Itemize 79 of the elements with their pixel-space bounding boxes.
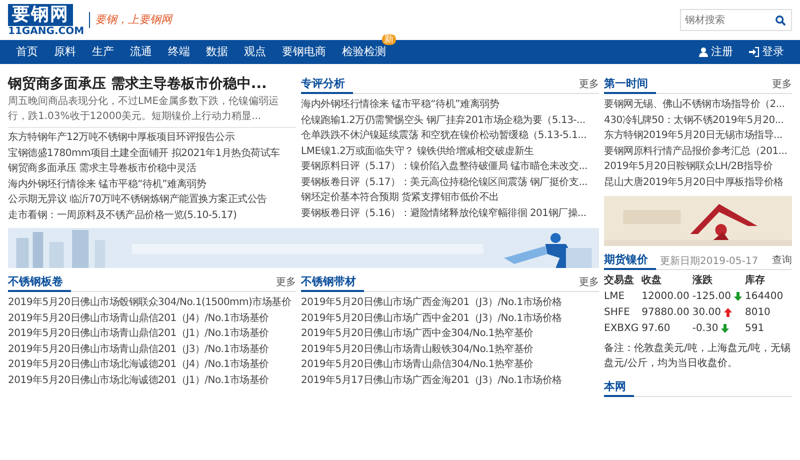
- table-cell-text: 164400: [744, 290, 784, 304]
- news-link[interactable]: 海内外钢坯行情徐来 锰市平稳“待机”难离弱势: [301, 97, 599, 112]
- news-link[interactable]: 钢贸商多面承压 需求主导卷板市价稳中灵活: [8, 161, 296, 176]
- table-cell: -0.30: [692, 323, 718, 334]
- news-link[interactable]: 宝钢德盛1780mm项目土建全面铺开 拟2021年1月热负荷试车: [8, 146, 296, 161]
- news-link[interactable]: 2019年5月20日佛山市场北海诚德201（J1）/No.1市场基价: [8, 372, 296, 388]
- sign-in-icon: [749, 47, 759, 57]
- column-header: 库存: [744, 273, 766, 288]
- more-link[interactable]: 更多: [276, 274, 296, 291]
- table-cell-text: LME: [604, 290, 626, 304]
- logo-domain: 11GANG.COM: [8, 26, 84, 36]
- column-header: 涨跌: [692, 273, 745, 289]
- news-link[interactable]: 2019年5月20日佛山市场毂钢联众304/No.1(1500mm)市场基价: [8, 295, 296, 310]
- table-cell-text: EXBXG: [604, 322, 640, 336]
- news-link[interactable]: 东方特钢2019年5月20日无锡市场指导...: [604, 128, 792, 144]
- table-cell-text: SHFE: [604, 306, 631, 320]
- news-link[interactable]: 2019年5月20日佛山市场青山鼎信304/No.1热窄基价: [301, 357, 599, 372]
- more-link[interactable]: 更多: [772, 76, 792, 93]
- nav-link[interactable]: 流通: [122, 40, 160, 64]
- table-cell-text: 591: [744, 322, 766, 336]
- headline-summary: 周五晚间商品表现分化，不过LME金属多数下跌，伦镍偏弱运行，跌1.03%收于12000美元。短期镍价上行动力稍显...: [8, 94, 296, 128]
- news-link[interactable]: 要钢板卷日评（5.16）：避险情绪释放伦镍窄幅徘徊 201钢厂操...: [301, 206, 599, 221]
- section-title: 本网: [604, 378, 634, 397]
- column-header: 交易盘: [604, 273, 642, 289]
- more-link[interactable]: 查询: [772, 252, 792, 269]
- news-link[interactable]: 2019年5月20日佛山市场青山鼎信201（J1）/No.1市场基价: [8, 326, 296, 342]
- table-cell: 12000.00: [642, 289, 692, 305]
- news-link[interactable]: 公示期无异议 临沂70万吨不锈钢炼钢产能置换方案正式公告: [8, 192, 296, 208]
- nav-link[interactable]: 生产: [84, 40, 122, 64]
- more-link[interactable]: 更多: [579, 274, 599, 291]
- table-cell: 30.00: [692, 307, 721, 318]
- login-link[interactable]: 登录: [741, 40, 792, 64]
- news-link[interactable]: 2019年5月20日佛山市场青山毅铁304/No.1热窄基价: [301, 342, 599, 357]
- slogan: 要钢，上要钢网: [89, 12, 172, 28]
- section-title: 期货镍价: [604, 251, 656, 270]
- news-link[interactable]: 要钢网原料行情产品报价参考汇总（201...: [604, 144, 792, 159]
- news-link[interactable]: 要钢板卷日评（5.17）：美元高位持稳伦镍区间震荡 钢厂挺价支...: [301, 174, 599, 190]
- news-link[interactable]: 东方特钢年产12万吨不锈钢中厚板项目环评报告公示: [8, 130, 296, 146]
- news-link[interactable]: 2019年5月20日佛山市场广西金海201（J3）/No.1市场价格: [301, 295, 599, 310]
- column-header: 收盘: [642, 273, 692, 289]
- news-link[interactable]: 昆山大唐2019年5月20日中厚板指导价格: [604, 174, 792, 190]
- logo[interactable]: 要钢网: [8, 4, 73, 26]
- nav-link[interactable]: 数据: [198, 40, 236, 64]
- section-title: 专评分析: [301, 75, 353, 94]
- news-link[interactable]: 要钢网无锡、佛山不锈钢市场指导价（2...: [604, 97, 792, 112]
- table-cell-text: 8010: [744, 306, 772, 320]
- table-cell: -125.00: [692, 291, 731, 302]
- section-title: 不锈钢板卷: [8, 273, 71, 292]
- register-link[interactable]: 注册: [691, 40, 741, 64]
- section-title: 不锈钢带材: [301, 273, 364, 292]
- nav-link[interactable]: 原料: [46, 40, 84, 64]
- news-link[interactable]: 伦镍跑输1.2万仍需警惕空头 钢厂挂弃201市场企稳为要（5.13-...: [301, 112, 599, 128]
- headline[interactable]: 钢贸商多面承压 需求主导卷板市价稳中...: [8, 74, 296, 94]
- new-badge: 新: [382, 34, 396, 45]
- news-link[interactable]: 2019年5月20日鞍钢联众LH/2B指导价: [604, 159, 792, 174]
- note-text: 备注：伦敦盘美元/吨，上海盘元/吨，无锡盘元/公斤，均为当日收盘价。: [604, 342, 792, 371]
- news-link[interactable]: 走市看钢：一周原料及不锈产品价格一览(5.10-5.17): [8, 208, 296, 223]
- nav-link[interactable]: 首页: [8, 40, 46, 64]
- news-link[interactable]: 2019年5月17日佛山市场广西金海201（J3）/No.1市场价格: [301, 372, 599, 388]
- news-link[interactable]: 430冷轧牌50：太钢不锈2019年5月20...: [604, 112, 792, 128]
- news-link[interactable]: 2019年5月20日佛山市场广西中金201（J3）/No.1市场价格: [301, 310, 599, 326]
- news-link[interactable]: 2019年5月20日佛山市场北海诚德201（J4）/No.1市场基价: [8, 357, 296, 372]
- table-cell: 97.60: [642, 321, 692, 337]
- table-cell-text: 97880.00: [642, 306, 690, 320]
- nav-link[interactable]: 终端: [160, 40, 198, 64]
- update-date: 更新日期2019-05-17: [660, 254, 758, 269]
- news-link[interactable]: LME镍1.2万或面临失守？ 镍铁供给增减相交破虚新生: [301, 144, 599, 159]
- nav-link[interactable]: 观点: [236, 40, 274, 64]
- section-title: 第一时间: [604, 75, 656, 94]
- news-link[interactable]: 海内外钢坯行情徐来 锰市平稳“待机”难离弱势: [8, 176, 296, 192]
- more-link[interactable]: 更多: [579, 76, 599, 93]
- news-link[interactable]: 要钢原料日评（5.17）：镍价陷入盘整待破僵局 锰市瞄仓未改交...: [301, 159, 599, 174]
- news-link[interactable]: 钢坯定价基本符合预期 货紧支撑钼市低价不出: [301, 190, 599, 206]
- nav-link[interactable]: 要钢电商: [274, 40, 334, 64]
- user-icon: [699, 47, 708, 57]
- news-link[interactable]: 仓单跌跌不休沪镍延续震荡 和空犹在镍价松动暂缓稳（5.13-5.1...: [301, 128, 599, 144]
- news-link[interactable]: 2019年5月20日佛山市场青山鼎信201（J4）/No.1市场基价: [8, 310, 296, 326]
- news-link[interactable]: 2019年5月20日佛山市场广西中金304/No.1热窄基价: [301, 326, 599, 342]
- news-link[interactable]: 2019年5月20日佛山市场青山鼎信201（J3）/No.1市场基价: [8, 342, 296, 357]
